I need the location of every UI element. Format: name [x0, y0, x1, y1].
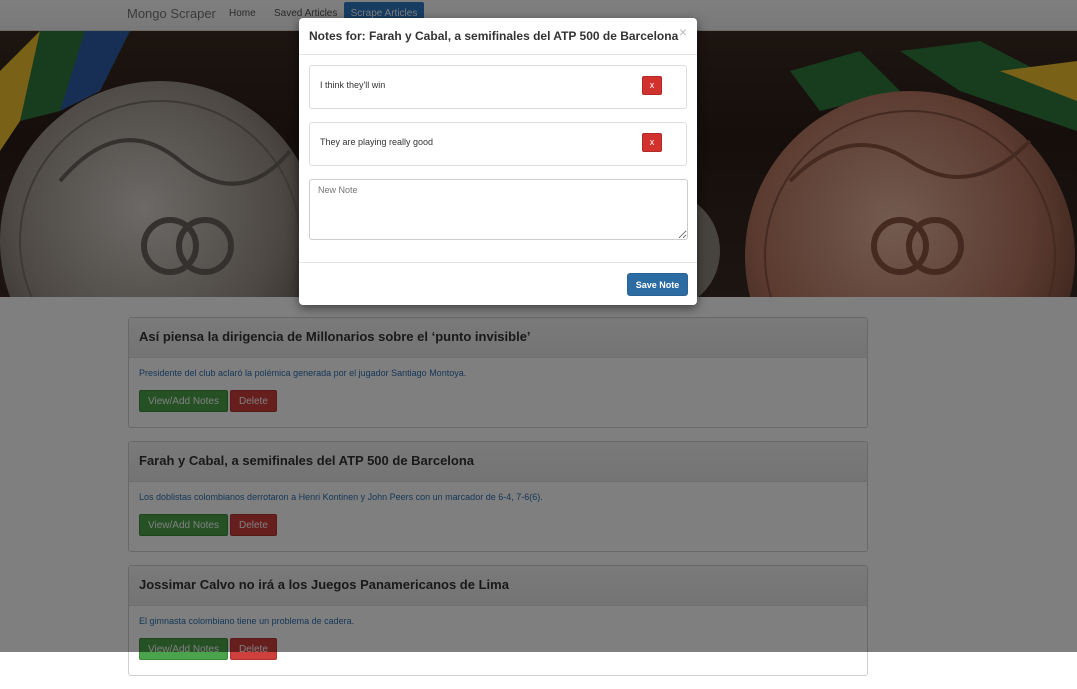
modal-title: Notes for: Farah y Cabal, a semifinales …: [309, 29, 679, 43]
notes-modal: Notes for: Farah y Cabal, a semifinales …: [299, 18, 697, 305]
save-note-button[interactable]: Save Note: [627, 273, 688, 296]
modal-footer: Save Note: [299, 262, 697, 305]
new-note-textarea[interactable]: [309, 179, 688, 240]
delete-note-button[interactable]: x: [642, 76, 662, 95]
note-text: I think they'll win: [320, 80, 386, 90]
note-item: I think they'll win x: [309, 65, 687, 109]
close-icon[interactable]: ×: [679, 24, 687, 40]
modal-header: Notes for: Farah y Cabal, a semifinales …: [299, 18, 697, 55]
note-item: They are playing really good x: [309, 122, 687, 166]
delete-note-button[interactable]: x: [642, 133, 662, 152]
modal-body: I think they'll win x They are playing r…: [299, 55, 697, 250]
note-text: They are playing really good: [320, 137, 434, 147]
